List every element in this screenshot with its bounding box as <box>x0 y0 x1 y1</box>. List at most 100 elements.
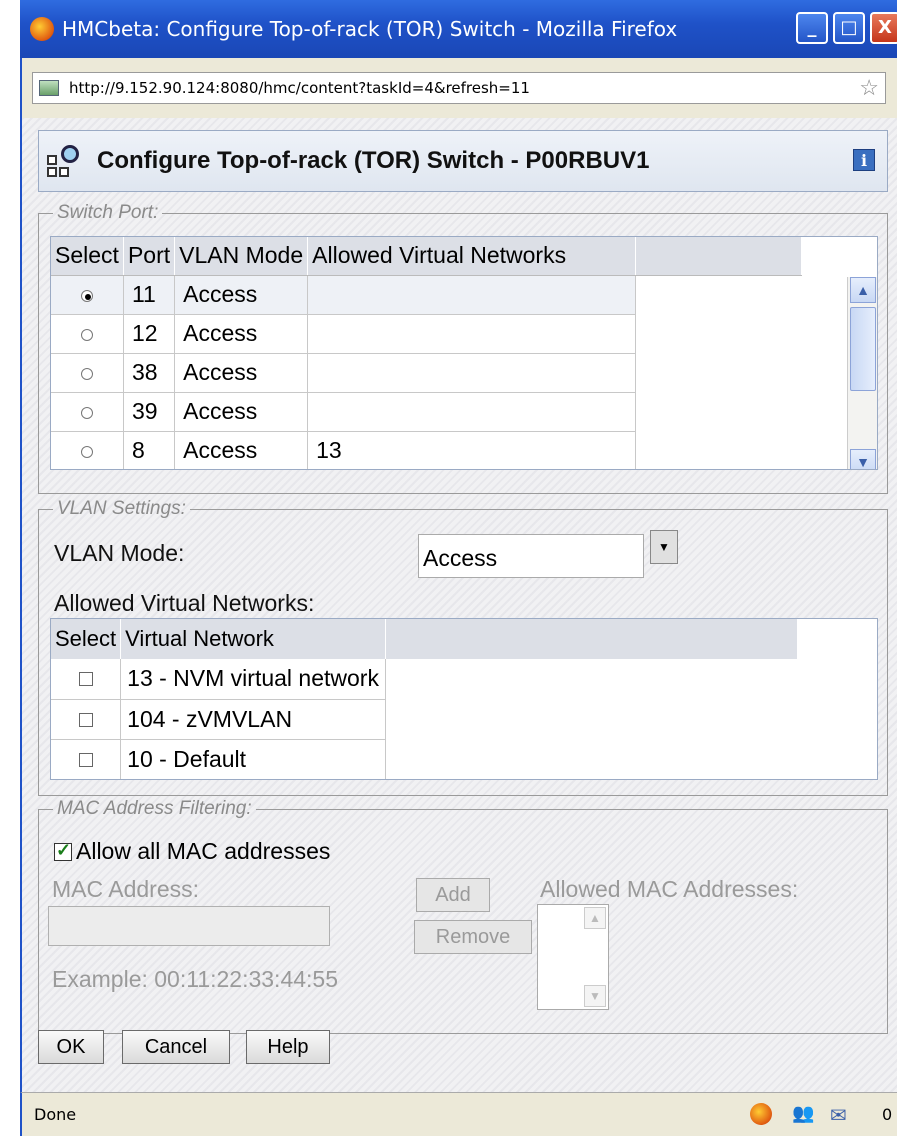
port-cell: 39 <box>123 392 176 432</box>
filler-cell <box>385 739 797 779</box>
filler-cell <box>635 314 802 353</box>
table-row[interactable]: 13 - NVM virtual network <box>51 659 797 700</box>
allow-all-mac-label: Allow all MAC addresses <box>76 838 331 864</box>
row-select-cell[interactable] <box>51 275 124 315</box>
vlan-mode-cell: Access <box>174 353 309 393</box>
scroll-thumb[interactable] <box>850 307 876 391</box>
maximize-button[interactable]: □ <box>833 12 865 44</box>
vlan-mode-cell: Access <box>174 275 309 315</box>
table-row[interactable]: 12 Access <box>51 314 802 354</box>
mac-address-field[interactable] <box>48 906 330 946</box>
column-header-filler <box>385 619 798 659</box>
row-select-cell[interactable] <box>51 392 124 432</box>
close-button[interactable]: X <box>870 12 897 44</box>
allow-all-mac-checkbox[interactable] <box>54 840 72 861</box>
table-row[interactable]: 10 - Default <box>51 739 797 779</box>
table-row[interactable]: 11 Access <box>51 275 802 315</box>
minimize-button[interactable]: _ <box>796 12 828 44</box>
firefox-icon <box>30 17 54 41</box>
filler-cell <box>635 431 802 469</box>
window-title-bar: HMCbeta: Configure Top-of-rack (TOR) Swi… <box>20 0 897 58</box>
allowed-mac-list[interactable]: ▲ ▼ <box>537 904 609 1010</box>
scroll-up-icon[interactable]: ▲ <box>850 277 876 303</box>
row-select-cell[interactable] <box>51 314 124 354</box>
network-select-cell[interactable] <box>51 739 122 779</box>
vlan-mode-label: VLAN Mode: <box>54 540 185 566</box>
filler-cell <box>385 659 797 699</box>
network-checkbox[interactable] <box>78 672 93 687</box>
filler-cell <box>385 699 797 739</box>
network-name-cell: 10 - Default <box>120 739 386 779</box>
chevron-down-icon[interactable]: ▼ <box>650 530 678 564</box>
port-radio-button[interactable] <box>80 446 93 458</box>
network-checkbox[interactable] <box>78 712 93 727</box>
address-field[interactable]: http://9.152.90.124:8080/hmc/content?tas… <box>32 72 886 104</box>
table-header-row: Select Port VLAN Mode Allowed Virtual Ne… <box>51 237 803 276</box>
column-header-filler <box>635 237 803 276</box>
network-checkbox[interactable] <box>78 752 93 767</box>
url-bar: http://9.152.90.124:8080/hmc/content?tas… <box>20 58 897 118</box>
switch-config-icon <box>47 143 83 179</box>
table-row[interactable]: 8 Access 13 <box>51 431 802 469</box>
scroll-down-icon[interactable]: ▼ <box>584 985 606 1007</box>
table-row[interactable]: 39 Access <box>51 392 802 432</box>
virtual-network-table: Select Virtual Network 13 - NVM virtual … <box>50 618 878 780</box>
port-cell: 12 <box>123 314 176 354</box>
filler-cell <box>635 275 802 314</box>
people-icon[interactable]: 👥 <box>792 1103 814 1125</box>
ok-button[interactable]: OK <box>38 1030 104 1064</box>
scroll-down-icon[interactable]: ▼ <box>850 449 876 469</box>
mac-example-text: Example: 00:11:22:33:44:55 <box>52 966 339 992</box>
vlan-settings-legend: VLAN Settings: <box>57 498 186 519</box>
port-radio-button[interactable] <box>80 329 93 341</box>
mail-icon[interactable]: ✉ <box>830 1103 852 1127</box>
port-cell: 38 <box>123 353 176 393</box>
remove-button[interactable]: Remove <box>414 920 532 954</box>
network-name-cell: 104 - zVMVLAN <box>120 699 386 740</box>
site-icon <box>39 80 59 96</box>
networks-cell <box>307 314 637 354</box>
page-title: Configure Top-of-rack (TOR) Switch - P00… <box>97 147 650 174</box>
switch-port-legend: Switch Port: <box>57 202 159 223</box>
vlan-mode-cell: Access <box>174 431 309 469</box>
mail-count: 0 <box>882 1105 893 1124</box>
port-radio-button[interactable] <box>80 368 93 380</box>
vlan-mode-cell: Access <box>174 392 309 432</box>
networks-cell <box>307 275 637 315</box>
url-text[interactable]: http://9.152.90.124:8080/hmc/content?tas… <box>69 79 530 97</box>
network-select-cell[interactable] <box>51 659 122 700</box>
row-select-cell[interactable] <box>51 431 124 469</box>
column-header-allowed-networks: Allowed Virtual Networks <box>307 237 637 276</box>
port-radio-button[interactable] <box>80 290 93 302</box>
port-radio-button[interactable] <box>80 407 93 419</box>
window-title: HMCbeta: Configure Top-of-rack (TOR) Swi… <box>62 17 678 41</box>
help-button[interactable]: Help <box>246 1030 330 1064</box>
bookmark-star-icon[interactable]: ☆ <box>859 75 879 101</box>
allowed-mac-label: Allowed MAC Addresses: <box>540 876 799 902</box>
column-header-vlan-mode: VLAN Mode <box>174 237 309 276</box>
column-header-port: Port <box>123 237 176 276</box>
row-select-cell[interactable] <box>51 353 124 393</box>
network-name-cell: 13 - NVM virtual network <box>120 659 386 700</box>
networks-cell <box>307 392 637 432</box>
switch-port-table: Select Port VLAN Mode Allowed Virtual Ne… <box>50 236 878 470</box>
column-header-select: Select <box>51 619 122 659</box>
column-header-virtual-network: Virtual Network <box>120 619 386 659</box>
network-select-cell[interactable] <box>51 699 122 740</box>
info-icon[interactable]: i <box>853 149 875 171</box>
mac-filtering-legend: MAC Address Filtering: <box>57 798 252 819</box>
table-row[interactable]: 38 Access <box>51 353 802 393</box>
vlan-mode-cell: Access <box>174 314 309 354</box>
table-row[interactable]: 104 - zVMVLAN <box>51 699 797 740</box>
allow-all-mac-row[interactable]: Allow all MAC addresses <box>54 838 330 865</box>
add-button[interactable]: Add <box>416 878 490 912</box>
vlan-mode-select[interactable]: Access <box>418 534 644 578</box>
page-header: Configure Top-of-rack (TOR) Switch - P00… <box>38 130 888 192</box>
port-table-scrollbar[interactable]: ▲ ▼ <box>847 277 877 469</box>
scroll-up-icon[interactable]: ▲ <box>584 907 606 929</box>
port-cell: 11 <box>123 275 176 315</box>
cancel-button[interactable]: Cancel <box>122 1030 230 1064</box>
status-text: Done <box>34 1105 77 1124</box>
table-header-row: Select Virtual Network <box>51 619 798 659</box>
column-header-select: Select <box>51 237 124 276</box>
